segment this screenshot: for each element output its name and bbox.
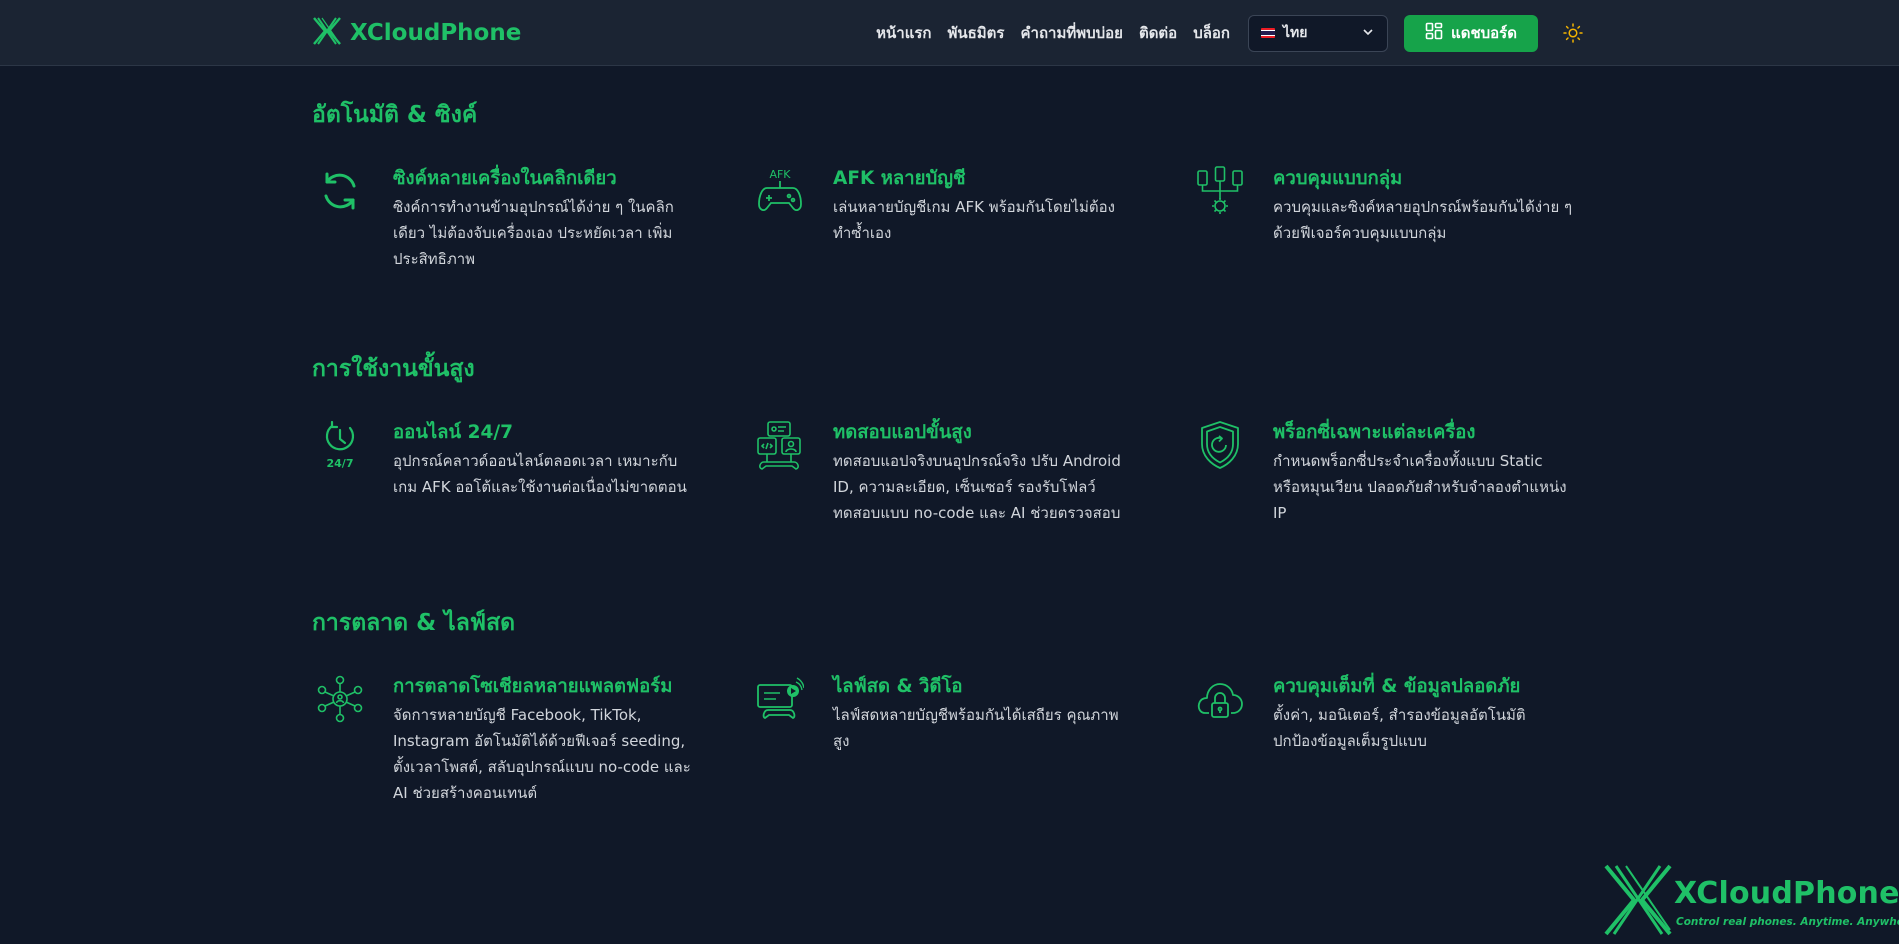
live-stream-icon: [753, 672, 807, 726]
feature-title: ทดสอบแอปขั้นสูง: [833, 422, 972, 443]
brand-name: XCloudPhone: [350, 20, 522, 46]
section-title-marketing: การตลาด & ไลฟ์สด: [312, 610, 516, 636]
svg-text:24/7: 24/7: [327, 457, 354, 470]
sync-icon: [313, 164, 367, 218]
navbar-inner: XCloudPhone หน้าแรก พันธมิตร คำถามที่พบบ…: [312, 0, 1584, 66]
section-title-automation: อัตโนมัติ & ซิงค์: [312, 102, 478, 128]
nav-link-partners[interactable]: พันธมิตร: [948, 21, 1005, 45]
nav-links: หน้าแรก พันธมิตร คำถามที่พบบ่อย ติดต่อ บ…: [876, 14, 1388, 52]
app-test-icon: [753, 418, 807, 472]
feature-description: ไลฟ์สดหลายบัญชีพร้อมกันได้เสถียร คุณภาพส…: [833, 706, 1119, 750]
social-network-icon: [313, 672, 367, 726]
feature-description: กำหนดพร็อกซี่ประจำเครื่องทั้งแบบ Static …: [1273, 452, 1567, 522]
feature-title: พร็อกซี่เฉพาะแต่ละเครื่อง: [1273, 422, 1476, 443]
top-navbar: XCloudPhone หน้าแรก พันธมิตร คำถามที่พบบ…: [0, 0, 1899, 66]
feature-description: อุปกรณ์คลาวด์ออนไลน์ตลอดเวลา เหมาะกับเกม…: [393, 452, 687, 496]
feature-title: ซิงค์หลายเครื่องในคลิกเดียว: [393, 168, 617, 189]
group-control-icon: [1193, 164, 1247, 218]
feature-description: ทดสอบแอปจริงบนอุปกรณ์จริง ปรับ Android I…: [833, 452, 1121, 522]
afk-gamepad-icon: AFK: [753, 164, 807, 218]
feature-title: ควบคุมเต็มที่ & ข้อมูลปลอดภัย: [1273, 676, 1521, 697]
clock-24-7-icon: 24/7: [313, 418, 367, 472]
thai-flag-icon: [1261, 28, 1275, 38]
dashboard-label: แดชบอร์ด: [1451, 24, 1517, 42]
proxy-shield-icon: [1193, 418, 1247, 472]
language-select[interactable]: ไทย: [1248, 14, 1388, 52]
brand-logo[interactable]: XCloudPhone: [312, 16, 521, 50]
svg-text:AFK: AFK: [769, 168, 791, 181]
feature-title: ออนไลน์ 24/7: [393, 422, 513, 443]
nav-link-blog[interactable]: บล็อก: [1193, 21, 1230, 45]
nav-link-contact[interactable]: ติดต่อ: [1139, 21, 1177, 45]
feature-title: ไลฟ์สด & วิดีโอ: [833, 676, 963, 697]
cloud-lock-icon: [1193, 672, 1247, 726]
feature-description: ตั้งค่า, มอนิเตอร์, สำรองข้อมูลอัตโนมัติ…: [1273, 706, 1526, 750]
watermark-tagline: Control real phones. Anytime. Anywhere.: [1676, 916, 1899, 928]
section-title-advanced: การใช้งานขั้นสูง: [312, 356, 475, 382]
feature-description: ควบคุมและซิงค์หลายอุปกรณ์พร้อมกันได้ง่าย…: [1273, 198, 1573, 242]
feature-title: AFK หลายบัญชี: [833, 168, 966, 189]
feature-description: เล่นหลายบัญชีเกม AFK พร้อมกันโดยไม่ต้องท…: [833, 198, 1115, 242]
feature-description: ซิงค์การทำงานข้ามอุปกรณ์ได้ง่าย ๆ ในคลิก…: [393, 198, 674, 268]
xcloudphone-logo-icon: [312, 16, 342, 50]
language-label: ไทย: [1283, 25, 1308, 41]
nav-link-home[interactable]: หน้าแรก: [876, 21, 931, 45]
feature-title: การตลาดโซเชียลหลายแพลตฟอร์ม: [393, 676, 673, 697]
watermark-brand-name: XCloudPhone: [1674, 876, 1899, 911]
xcloudphone-watermark: XCloudPhone Control real phones. Anytime…: [1604, 864, 1899, 936]
dashboard-icon: [1425, 22, 1443, 44]
feature-title: ควบคุมแบบกลุ่ม: [1273, 168, 1403, 189]
feature-description: จัดการหลายบัญชี Facebook, TikTok, Instag…: [393, 706, 691, 802]
dashboard-button[interactable]: แดชบอร์ด: [1404, 14, 1538, 52]
nav-link-faq[interactable]: คำถามที่พบบ่อย: [1020, 21, 1122, 45]
chevron-down-icon: [1361, 24, 1375, 43]
theme-toggle-sun-icon[interactable]: [1562, 22, 1584, 44]
